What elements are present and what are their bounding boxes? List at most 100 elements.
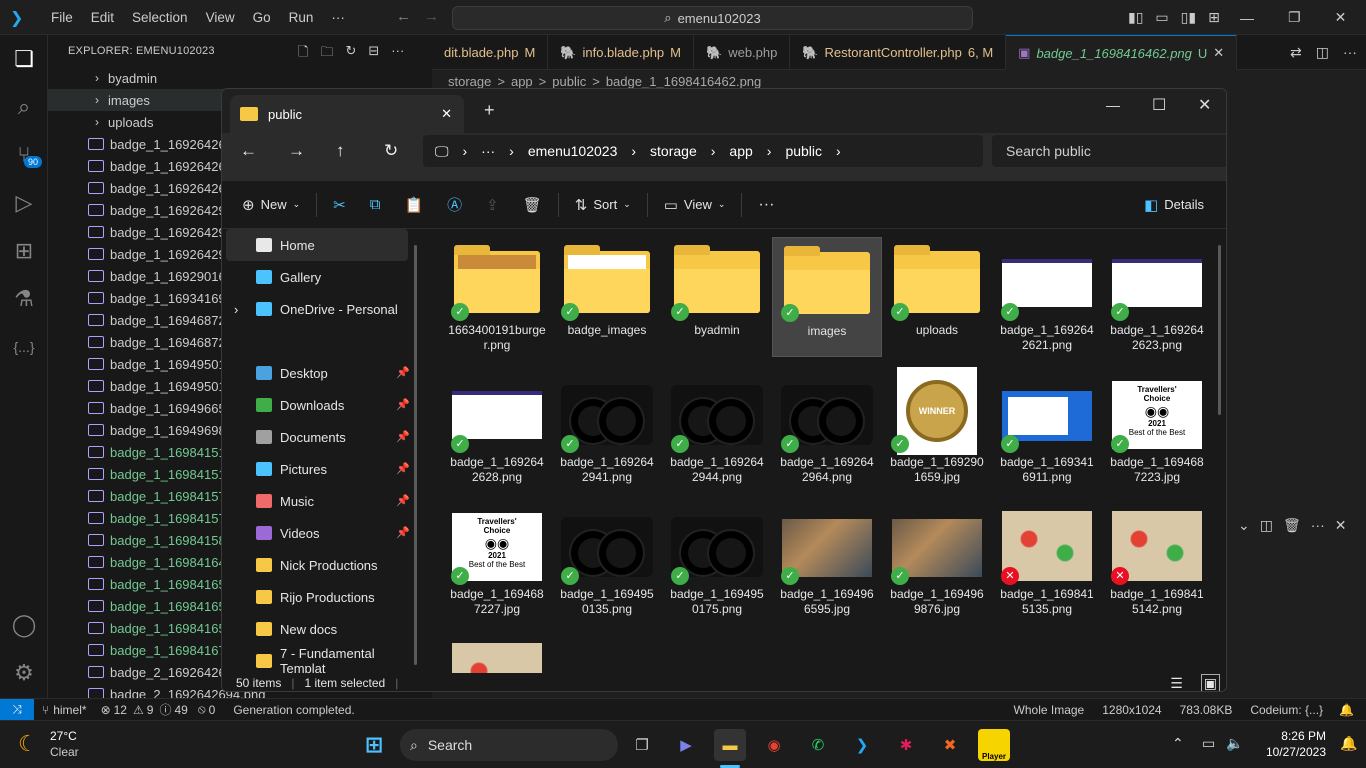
nav-item-music[interactable]: Music 📌 xyxy=(222,485,420,517)
file-item[interactable]: ✓ badge_1_1694969876.jpg xyxy=(882,501,992,621)
file-item[interactable]: WINNER ✓ badge_1_1692901659.jpg xyxy=(882,367,992,489)
file-item[interactable]: ✓ badge_1_1692642944.png xyxy=(662,369,772,489)
file-item[interactable]: ✓ badge_1_1694950135.png xyxy=(552,501,662,621)
breadcrumb-public[interactable]: public xyxy=(552,74,586,89)
file-item[interactable]: ✕ badge_1_1698415135.png xyxy=(992,501,1102,621)
menu-run[interactable]: Run xyxy=(280,10,323,25)
taskbar-search[interactable]: ⌕ Search xyxy=(400,729,618,761)
file-item[interactable]: ✓ badge_1_1692642623.png xyxy=(1102,237,1212,357)
toggle-sidebar-icon[interactable]: ▮▯ xyxy=(1128,9,1143,26)
nav-item-home[interactable]: Home xyxy=(226,229,408,261)
search-box[interactable]: Search public xyxy=(992,135,1226,167)
address-bar[interactable]: 🖵 › ··· › emenu102023 › storage › app › … xyxy=(423,135,983,167)
fe-minimize-icon[interactable]: — xyxy=(1106,97,1120,113)
address-segment[interactable]: emenu102023 xyxy=(528,143,618,159)
breadcrumb-app[interactable]: app xyxy=(511,74,533,89)
chevron-down-icon[interactable]: ⌄ xyxy=(1238,517,1250,534)
teams-meet-icon[interactable]: ▶ xyxy=(670,729,702,761)
panel-more-icon[interactable]: ··· xyxy=(1311,517,1325,533)
nav-item-gallery[interactable]: Gallery xyxy=(222,261,420,293)
chrome-icon[interactable]: ◉ xyxy=(758,729,790,761)
clock-time[interactable]: 8:26 PM xyxy=(1256,729,1326,743)
whatsapp-icon[interactable]: ✆ xyxy=(802,729,834,761)
explorer-icon[interactable]: ❏ xyxy=(10,45,38,73)
breadcrumb-storage[interactable]: storage xyxy=(448,74,491,89)
run-debug-icon[interactable]: ▷ xyxy=(10,189,38,217)
address-segment[interactable]: storage xyxy=(650,143,697,159)
fe-tab-close-icon[interactable]: ✕ xyxy=(441,106,452,122)
address-segment[interactable]: app xyxy=(729,143,752,159)
folder-item[interactable]: ✓ uploads xyxy=(882,237,992,357)
clock-date[interactable]: 10/27/2023 xyxy=(1256,745,1326,759)
windows-start-icon[interactable]: ⊞ xyxy=(358,729,390,761)
nav-scrollbar[interactable] xyxy=(414,245,417,665)
menu-edit[interactable]: Edit xyxy=(82,10,123,25)
toggle-secondary-sidebar-icon[interactable]: ▯▮ xyxy=(1181,9,1196,26)
task-view-icon[interactable]: ❐ xyxy=(626,729,658,761)
nav-item-downloads[interactable]: Downloads 📌 xyxy=(222,389,420,421)
new-file-icon[interactable]: 🗋 xyxy=(298,43,308,65)
trash-icon[interactable]: 🗑 xyxy=(1283,517,1301,534)
file-item[interactable]: ✕ badge_1_1698415142.png xyxy=(1102,501,1212,621)
customize-layout-icon[interactable]: ⊞ xyxy=(1208,9,1220,26)
more-path-icon[interactable]: ··· xyxy=(481,143,495,159)
notification-icon[interactable]: 🔔 xyxy=(1340,735,1357,752)
paste-button[interactable]: 📋 xyxy=(392,196,435,214)
toggle-panel-icon[interactable]: ▭ xyxy=(1155,9,1168,26)
error-count[interactable]: 12 xyxy=(114,703,127,717)
codeium-status[interactable]: Codeium: {...} xyxy=(1250,703,1323,717)
nav-item-videos[interactable]: Videos 📌 xyxy=(222,517,420,549)
fe-maximize-icon[interactable]: ☐ xyxy=(1152,95,1166,115)
delete-button[interactable]: 🗑 xyxy=(511,196,554,214)
menu-selection[interactable]: Selection xyxy=(123,10,197,25)
tab-badge-image[interactable]: ▣ badge_1_1698416462.png U ✕ xyxy=(1006,35,1238,70)
folder-item[interactable]: ✓ 1663400191burger.png xyxy=(442,237,552,357)
open-changes-icon[interactable]: ⇄ xyxy=(1290,44,1302,61)
xampp-icon[interactable]: ✖ xyxy=(934,729,966,761)
extensions-icon[interactable]: ⊞ xyxy=(10,237,38,265)
nav-item-pictures[interactable]: Pictures 📌 xyxy=(222,453,420,485)
chevron-right-icon[interactable]: › xyxy=(234,302,238,317)
fe-close-icon[interactable]: ✕ xyxy=(1198,95,1211,115)
accounts-icon[interactable]: ◯ xyxy=(10,611,38,639)
details-view-icon[interactable]: ☰ xyxy=(1170,675,1183,692)
forward-arrow-icon[interactable]: → xyxy=(424,8,439,25)
share-button[interactable]: ⇪ xyxy=(474,196,511,214)
volume-icon[interactable]: 🔈 xyxy=(1226,735,1243,752)
chevron-up-icon[interactable]: ⌃ xyxy=(1172,735,1184,752)
back-arrow-icon[interactable]: ← xyxy=(396,8,411,25)
nav-item-onedrive-personal[interactable]: › OneDrive - Personal xyxy=(222,293,420,325)
search-icon[interactable]: ⌕ xyxy=(10,93,38,121)
tab-edit-blade[interactable]: dit.blade.php M xyxy=(432,35,549,70)
editor-more-icon[interactable]: ··· xyxy=(1343,44,1357,61)
rename-button[interactable]: Ⓐ xyxy=(435,194,474,215)
address-segment[interactable]: public xyxy=(785,143,822,159)
nav-item-documents[interactable]: Documents 📌 xyxy=(222,421,420,453)
split-editor-icon[interactable]: ◫ xyxy=(1316,44,1329,61)
more-actions-icon[interactable]: ··· xyxy=(391,43,404,65)
minimize-icon[interactable]: — xyxy=(1240,10,1254,26)
file-item[interactable]: ✓ badge_1_1692642941.png xyxy=(552,369,662,489)
moon-weather-icon[interactable]: ☾ xyxy=(18,731,38,757)
cut-button[interactable]: ✂ xyxy=(321,196,358,214)
up-arrow-icon[interactable]: ↑ xyxy=(336,141,345,161)
sort-button[interactable]: ⇅ Sort ⌄ xyxy=(563,196,643,214)
command-center[interactable]: ⌕ emenu102023 xyxy=(452,6,973,30)
nav-item-nick-productions[interactable]: Nick Productions xyxy=(222,549,420,581)
network-icon[interactable]: ▭ xyxy=(1202,735,1215,752)
tab-info-blade[interactable]: 🐘 info.blade.php M xyxy=(548,35,695,70)
file-item[interactable]: ✓ badge_1_1692642628.png xyxy=(442,369,552,489)
breadcrumb-file[interactable]: badge_1_1698416462.png xyxy=(606,74,761,89)
folder-item[interactable]: ✓ badge_images xyxy=(552,237,662,357)
codeium-icon[interactable]: {...} xyxy=(10,333,38,361)
player-app-icon[interactable]: Player xyxy=(978,729,1010,761)
menu-more[interactable]: ··· xyxy=(322,10,354,25)
back-arrow-icon[interactable]: ← xyxy=(240,141,257,161)
file-item[interactable]: ✓ badge_1_1694950175.png xyxy=(662,501,772,621)
view-button[interactable]: ▭ View ⌄ xyxy=(652,196,738,214)
split-panel-icon[interactable]: ◫ xyxy=(1260,517,1273,534)
warning-count[interactable]: 9 xyxy=(147,703,154,717)
new-tab-icon[interactable]: + xyxy=(484,100,495,121)
notifications-bell-icon[interactable]: 🔔 xyxy=(1339,703,1354,717)
settings-gear-icon[interactable]: ⚙ xyxy=(10,659,38,687)
